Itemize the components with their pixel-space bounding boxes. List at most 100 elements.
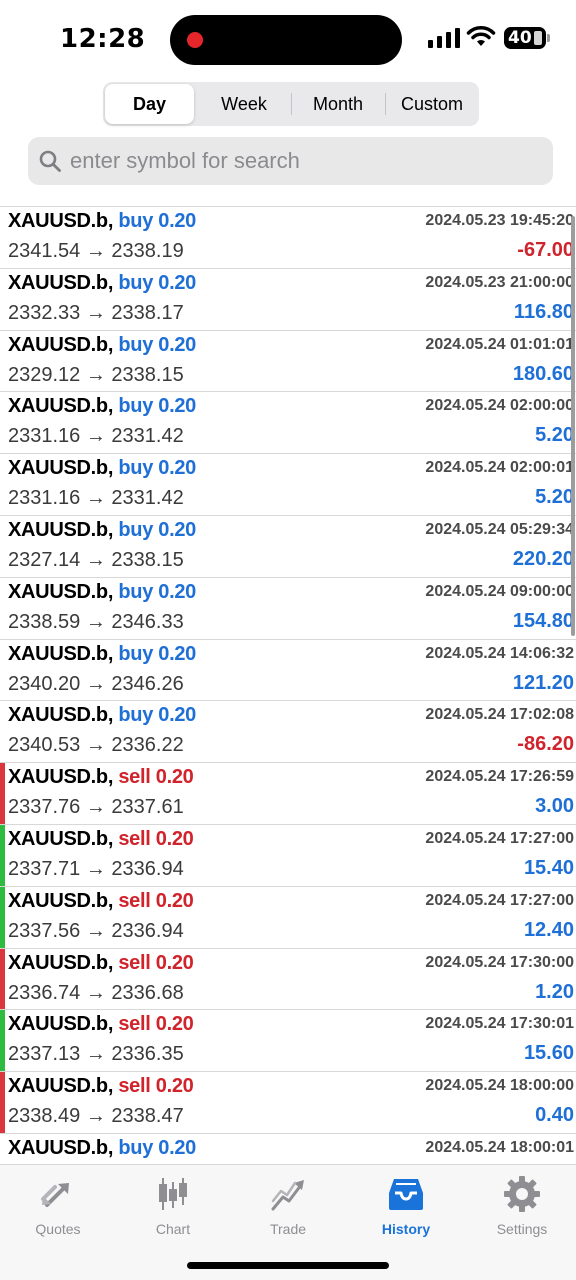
segment-week[interactable]: Week — [198, 84, 290, 124]
deal-title: XAUUSD.b, buy 0.20 — [8, 704, 196, 727]
deal-title: XAUUSD.b, buy 0.20 — [8, 519, 196, 542]
deal-time: 2024.05.24 17:26:59 — [425, 768, 574, 786]
deal-symbol: XAUUSD.b, — [8, 210, 114, 232]
deal-profit: 0.40 — [535, 1104, 574, 1127]
deal-row[interactable]: XAUUSD.b, buy 0.20 2024.05.24 18:00:01 — [0, 1134, 576, 1164]
deal-row[interactable]: XAUUSD.b, sell 0.20 2337.76 → 2337.61 2024… — [0, 763, 576, 825]
search-input[interactable] — [70, 137, 540, 185]
deal-title: XAUUSD.b, buy 0.20 — [8, 457, 196, 480]
segment-month[interactable]: Month — [292, 84, 384, 124]
deal-side: buy 0.20 — [118, 210, 196, 232]
trade-trend-icon — [271, 1180, 304, 1211]
deal-side: buy 0.20 — [118, 1136, 196, 1159]
deal-time: 2024.05.23 21:00:00 — [425, 273, 574, 291]
deal-row[interactable]: XAUUSD.b, sell 0.20 2336.74 → 2336.68 2024… — [0, 948, 576, 1011]
deal-row[interactable]: XAUUSD.b, buy 0.20 2327.14 → 2338.15 2024.… — [0, 516, 576, 578]
deal-side: buy 0.20 — [118, 457, 196, 480]
deal-title: XAUUSD.b, sell 0.20 — [8, 1075, 194, 1098]
deal-symbol: XAUUSD.b, — [8, 333, 114, 356]
home-indicator[interactable] — [187, 1262, 389, 1269]
tab-chart[interactable]: Chart — [118, 1175, 228, 1241]
deal-marker — [0, 763, 5, 824]
tab-history[interactable]: History — [351, 1175, 461, 1241]
segment-day[interactable]: Day — [105, 84, 194, 124]
deal-profit: 116.80 — [513, 300, 574, 323]
deal-time: 2024.05.24 02:00:00 — [425, 397, 574, 415]
deal-profit: 5.20 — [535, 424, 574, 447]
deal-row[interactable]: XAUUSD.b, buy 0.20 2338.59 → 2346.33 2024.… — [0, 578, 576, 640]
deal-prices: 2340.20 → 2346.26 — [8, 672, 184, 695]
deal-row[interactable]: XAUUSD.b, buy 0.20 2331.16 → 2331.42 2024.… — [0, 392, 576, 455]
tab-label: Trade — [269, 1221, 307, 1237]
status-bar: 12:28 40 — [0, 0, 576, 80]
tab-label: Chart — [155, 1221, 191, 1237]
deal-title: XAUUSD.b, sell 0.20 — [8, 766, 194, 789]
deal-time: 2024.05.24 17:27:00 — [425, 891, 574, 909]
segment-custom[interactable]: Custom — [386, 84, 478, 124]
deal-side: sell 0.20 — [118, 951, 194, 974]
tab-quotes[interactable]: Quotes — [3, 1175, 113, 1241]
deal-row[interactable]: XAUUSD.b, buy 0.20 2329.12 → 2338.15 2024.… — [0, 331, 576, 393]
deal-time: 2024.05.24 14:06:32 — [425, 644, 574, 662]
tab-settings[interactable]: Settings — [467, 1175, 576, 1241]
deal-side: sell 0.20 — [118, 827, 194, 850]
gear-icon — [504, 1176, 540, 1212]
deal-title: XAUUSD.b, sell 0.20 — [8, 828, 194, 851]
deal-prices: 2338.59 → 2346.33 — [8, 610, 184, 633]
deal-row[interactable]: XAUUSD.b, sell 0.20 2337.71 → 2336.94 2024… — [0, 824, 576, 887]
deal-time: 2024.05.24 05:29:34 — [425, 520, 574, 538]
deal-row[interactable]: XAUUSD.b, sell 0.20 2338.49 → 2338.47 2024… — [0, 1072, 576, 1134]
battery-cap — [547, 34, 550, 42]
deal-profit: 15.60 — [523, 1042, 574, 1065]
deal-prices: 2337.13 → 2336.35 — [8, 1043, 184, 1066]
deal-prices: 2327.14 → 2338.15 — [8, 548, 184, 571]
deal-title: XAUUSD.b, buy 0.20 — [8, 334, 196, 357]
deal-profit: 121.20 — [512, 671, 574, 694]
deal-profit: 3.00 — [535, 795, 574, 818]
deal-row[interactable]: XAUUSD.b, buy 0.20 2341.54 → 2338.19 2024.… — [0, 207, 576, 269]
deal-row[interactable]: XAUUSD.b, sell 0.20 2337.56 → 2336.94 2024… — [0, 886, 576, 949]
tab-label: Settings — [496, 1221, 548, 1237]
battery-indicator: 40 — [504, 27, 546, 49]
deal-prices: 2329.12 → 2338.15 — [8, 363, 184, 386]
deal-symbol: XAUUSD.b, — [8, 1136, 114, 1159]
deal-side: sell 0.20 — [118, 766, 194, 789]
deal-title: XAUUSD.b, sell 0.20 — [8, 890, 194, 913]
deal-row[interactable]: XAUUSD.b, buy 0.20 2340.20 → 2346.26 2024.… — [0, 640, 576, 702]
deal-symbol: XAUUSD.b, — [8, 518, 114, 541]
quotes-arrows-icon — [41, 1183, 69, 1207]
deal-side: buy 0.20 — [118, 518, 196, 541]
deal-time: 2024.05.24 17:27:00 — [425, 829, 574, 847]
deal-row[interactable]: XAUUSD.b, buy 0.20 2332.33 → 2338.17 2024.… — [0, 269, 576, 331]
history-deals-list[interactable]: XAUUSD.b, buy 0.20 2341.54 → 2338.19 2024.… — [0, 206, 576, 1164]
deal-marker — [0, 1010, 5, 1072]
deal-row[interactable]: XAUUSD.b, buy 0.20 2340.53 → 2336.22 2024.… — [0, 701, 576, 764]
scrollbar[interactable] — [571, 216, 575, 636]
symbol-search-bar[interactable] — [28, 137, 553, 185]
deal-marker — [0, 948, 5, 1010]
tab-label: Quotes — [35, 1221, 81, 1237]
deal-profit: -67.00 — [517, 239, 574, 261]
deal-prices: 2337.56 → 2336.94 — [8, 919, 184, 942]
deal-symbol: XAUUSD.b, — [8, 704, 114, 727]
period-segmented-control: Day Week Month Custom — [103, 82, 479, 126]
deal-side: buy 0.20 — [118, 580, 196, 603]
deal-prices: 2338.49 → 2338.47 — [8, 1105, 184, 1128]
deal-time: 2024.05.24 17:30:00 — [425, 953, 574, 971]
deal-time: 2024.05.24 18:00:00 — [425, 1077, 574, 1095]
deal-time: 2024.05.24 17:02:08 — [425, 706, 574, 724]
deal-side: sell 0.20 — [118, 889, 194, 912]
tab-trade[interactable]: Trade — [233, 1175, 343, 1241]
deal-side: sell 0.20 — [118, 1013, 194, 1036]
deal-side: buy 0.20 — [118, 642, 196, 665]
deal-symbol: XAUUSD.b, — [8, 889, 114, 912]
tab-label: History — [381, 1221, 431, 1237]
deal-prices: 2337.71 → 2336.94 — [8, 857, 184, 880]
deal-symbol: XAUUSD.b, — [8, 580, 114, 603]
deal-row[interactable]: XAUUSD.b, sell 0.20 2337.13 → 2336.35 2024… — [0, 1010, 576, 1073]
deal-time: 2024.05.24 09:00:00 — [425, 582, 574, 600]
recording-indicator-icon — [187, 32, 203, 48]
deal-row[interactable]: XAUUSD.b, buy 0.20 2331.16 → 2331.42 2024.… — [0, 454, 576, 516]
deal-title: XAUUSD.b, buy 0.20 — [8, 210, 196, 233]
deal-profit: 220.20 — [512, 547, 574, 570]
